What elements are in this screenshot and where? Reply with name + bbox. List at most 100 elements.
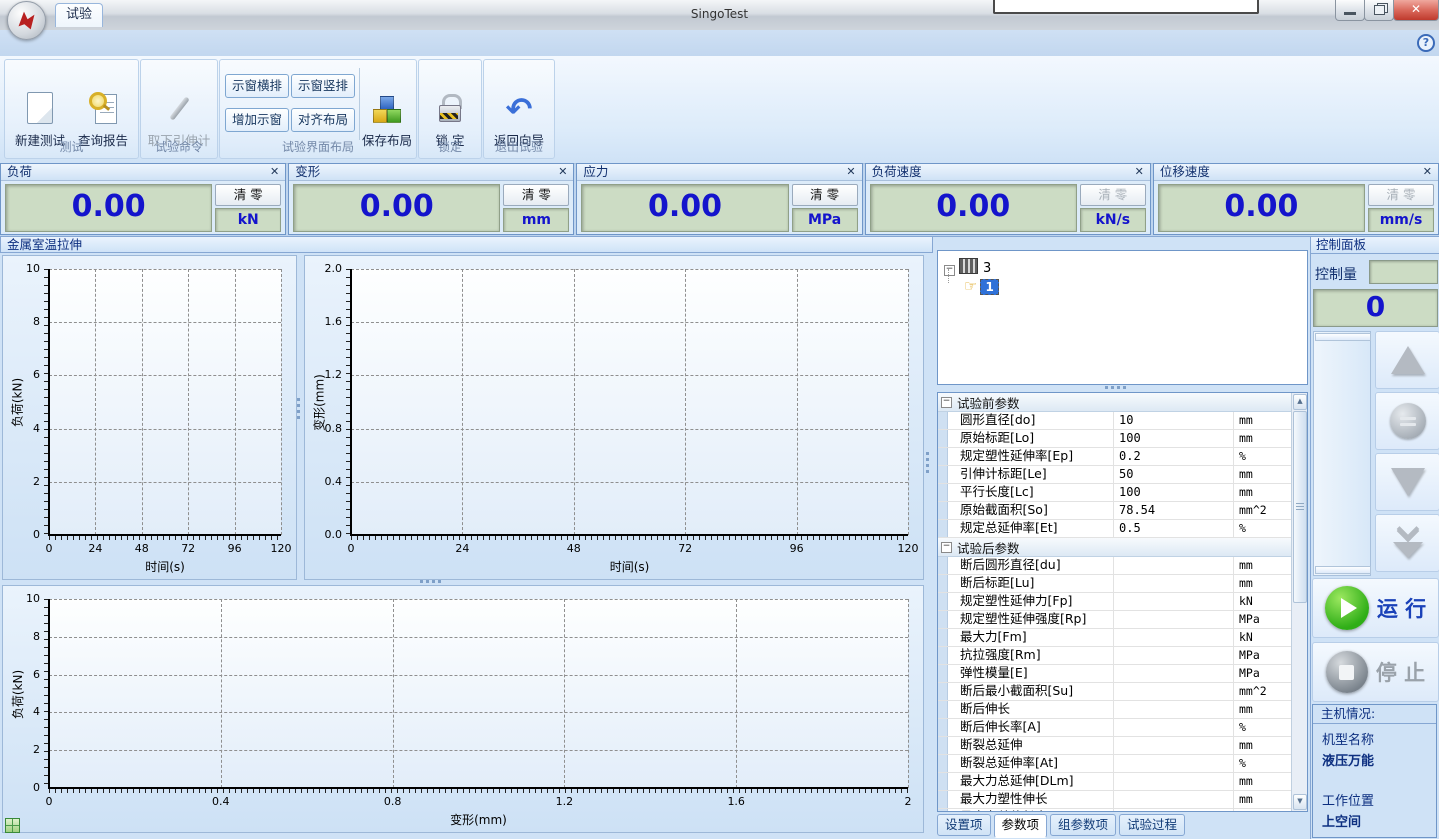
vertical-splitter[interactable] bbox=[297, 398, 300, 422]
tree-child[interactable]: ☞1 bbox=[964, 277, 999, 295]
scroll-thumb[interactable] bbox=[1293, 411, 1307, 603]
parameter-value[interactable] bbox=[1114, 773, 1234, 790]
parameter-row[interactable]: 最大力[Fm] kN bbox=[938, 629, 1292, 647]
collapse-icon[interactable]: − bbox=[941, 397, 952, 408]
parameter-value[interactable]: 50 bbox=[1114, 466, 1234, 483]
close-icon[interactable]: ✕ bbox=[846, 164, 855, 180]
jog-up-button[interactable] bbox=[1375, 331, 1439, 389]
parameter-row[interactable]: 最大力总延伸[DLm] mm bbox=[938, 773, 1292, 791]
x-axis-label: 时间(s) bbox=[351, 558, 908, 575]
scroll-up-icon[interactable]: ▲ bbox=[1293, 394, 1307, 410]
parameter-row[interactable]: 原始标距[Lo] 100 mm bbox=[938, 430, 1292, 448]
parameter-row[interactable]: 断后圆形直径[du] mm bbox=[938, 557, 1292, 575]
parameter-value[interactable] bbox=[1114, 683, 1234, 700]
floating-textbox[interactable] bbox=[993, 0, 1259, 14]
parameter-row[interactable]: 规定塑性延伸率[Ep] 0.2 % bbox=[938, 448, 1292, 466]
windows-horizontal-button[interactable]: 示窗横排 bbox=[225, 74, 289, 98]
parameter-value[interactable]: 0.2 bbox=[1114, 448, 1234, 465]
tab-test[interactable]: 试验 bbox=[55, 3, 103, 27]
collapse-icon[interactable]: − bbox=[944, 265, 955, 276]
control-amount-input[interactable] bbox=[1369, 260, 1438, 284]
parameter-row[interactable]: 规定塑性延伸力[Fp] kN bbox=[938, 593, 1292, 611]
tree-root[interactable]: −3 bbox=[944, 258, 991, 276]
query-report-button[interactable]: 查询报告 bbox=[73, 65, 133, 149]
horizontal-splitter[interactable] bbox=[420, 580, 444, 583]
minimize-button[interactable] bbox=[1335, 0, 1365, 21]
parameter-value[interactable]: 0.5 bbox=[1114, 520, 1234, 537]
parameter-value[interactable] bbox=[1114, 755, 1234, 772]
clear-zero-button[interactable]: 清 零 bbox=[503, 184, 569, 206]
parameter-row[interactable]: 规定塑性延伸强度[Rp] MPa bbox=[938, 611, 1292, 629]
parameter-row[interactable]: 原始截面积[So] 78.54 mm^2 bbox=[938, 502, 1292, 520]
parameter-value[interactable] bbox=[1114, 701, 1234, 718]
close-icon[interactable]: ✕ bbox=[1423, 164, 1432, 180]
parameter-row[interactable]: 抗拉强度[Rm] MPa bbox=[938, 647, 1292, 665]
parameter-row[interactable]: 断后标距[Lu] mm bbox=[938, 575, 1292, 593]
grid-toggle-icon[interactable] bbox=[5, 818, 20, 833]
parameter-value[interactable] bbox=[1114, 665, 1234, 682]
scroll-down-icon[interactable]: ▼ bbox=[1293, 794, 1307, 810]
section-header-row[interactable]: −试验后参数 bbox=[938, 538, 1292, 557]
clear-zero-button[interactable]: 清 零 bbox=[215, 184, 281, 206]
parameter-row[interactable]: 引伸计标距[Le] 50 mm bbox=[938, 466, 1292, 484]
windows-vertical-button[interactable]: 示窗竖排 bbox=[291, 74, 355, 98]
parameter-row[interactable]: 断裂总延伸 mm bbox=[938, 737, 1292, 755]
parameter-value[interactable] bbox=[1114, 629, 1234, 646]
tab-设置项[interactable]: 设置项 bbox=[937, 814, 991, 836]
new-test-button[interactable]: 新建测试 bbox=[10, 65, 70, 149]
panel-splitter[interactable] bbox=[926, 452, 929, 476]
parameter-row[interactable]: 断裂总延伸率[At] % bbox=[938, 755, 1292, 773]
section-header-row[interactable]: −试验前参数 bbox=[938, 393, 1292, 412]
close-icon[interactable]: ✕ bbox=[1135, 164, 1144, 180]
run-button[interactable]: 运 行 bbox=[1312, 578, 1439, 638]
parameter-row[interactable]: 弹性模量[E] MPa bbox=[938, 665, 1292, 683]
collapse-icon[interactable]: − bbox=[941, 542, 952, 553]
restore-button[interactable] bbox=[1364, 0, 1394, 21]
clear-zero-button[interactable]: 清 零 bbox=[792, 184, 858, 206]
parameter-value[interactable]: 10 bbox=[1114, 412, 1234, 429]
control-panel: 控制面板 控制量 0 运 行 停 止 主机情况: 机型名称 液压万能 工作位置 … bbox=[1310, 236, 1439, 839]
jog-down-button[interactable] bbox=[1375, 453, 1439, 511]
tree-selected-item[interactable]: 1 bbox=[980, 279, 998, 295]
parameter-row[interactable]: 最大力塑性伸长 mm bbox=[938, 791, 1292, 809]
parameter-row[interactable]: 断后伸长率[A] % bbox=[938, 719, 1292, 737]
tab-组参数项[interactable]: 组参数项 bbox=[1050, 814, 1116, 836]
lock-button[interactable]: 锁 定 bbox=[421, 65, 479, 149]
parameter-value[interactable] bbox=[1114, 557, 1234, 574]
parameter-row[interactable]: 规定总延伸率[Et] 0.5 % bbox=[938, 520, 1292, 538]
parameter-value[interactable]: 78.54 bbox=[1114, 502, 1234, 519]
hold-button[interactable] bbox=[1375, 392, 1439, 450]
parameter-value[interactable] bbox=[1114, 593, 1234, 610]
stop-button[interactable]: 停 止 bbox=[1312, 642, 1439, 702]
close-icon[interactable]: ✕ bbox=[558, 164, 567, 180]
parameter-row[interactable]: 平行长度[Lc] 100 mm bbox=[938, 484, 1292, 502]
save-layout-button[interactable]: 保存布局 bbox=[361, 65, 413, 149]
control-slider-track[interactable] bbox=[1313, 331, 1371, 576]
table-scrollbar[interactable]: ▲ ▼ bbox=[1291, 393, 1307, 811]
parameter-value[interactable] bbox=[1114, 611, 1234, 628]
close-icon[interactable]: ✕ bbox=[270, 164, 279, 180]
add-window-button[interactable]: 增加示窗 bbox=[225, 108, 289, 132]
parameter-value[interactable] bbox=[1114, 719, 1234, 736]
parameter-value[interactable] bbox=[1114, 791, 1234, 808]
tree-table-splitter[interactable] bbox=[1105, 386, 1129, 389]
tab-试验过程[interactable]: 试验过程 bbox=[1119, 814, 1185, 836]
align-layout-button[interactable]: 对齐布局 bbox=[291, 108, 355, 132]
parameter-value[interactable] bbox=[1114, 737, 1234, 754]
parameter-row[interactable]: 圆形直径[do] 10 mm bbox=[938, 412, 1292, 430]
parameter-value[interactable]: 100 bbox=[1114, 430, 1234, 447]
parameter-value[interactable] bbox=[1114, 809, 1234, 811]
parameter-value[interactable] bbox=[1114, 647, 1234, 664]
parameter-row[interactable]: 断后伸长 mm bbox=[938, 701, 1292, 719]
parameter-unit: kN bbox=[1234, 593, 1292, 610]
app-logo-icon[interactable] bbox=[7, 1, 46, 40]
tab-参数项[interactable]: 参数项 bbox=[994, 814, 1048, 838]
parameter-row[interactable]: 最大力总伸长率[Agt] % bbox=[938, 809, 1292, 811]
parameter-value[interactable]: 100 bbox=[1114, 484, 1234, 501]
fast-down-button[interactable] bbox=[1375, 514, 1439, 572]
parameter-value[interactable] bbox=[1114, 575, 1234, 592]
help-icon[interactable]: ? bbox=[1417, 34, 1435, 52]
return-wizard-button[interactable]: ↶ 返回向导 bbox=[487, 65, 551, 149]
parameter-row[interactable]: 断后最小截面积[Su] mm^2 bbox=[938, 683, 1292, 701]
close-button[interactable]: ✕ bbox=[1393, 0, 1439, 21]
